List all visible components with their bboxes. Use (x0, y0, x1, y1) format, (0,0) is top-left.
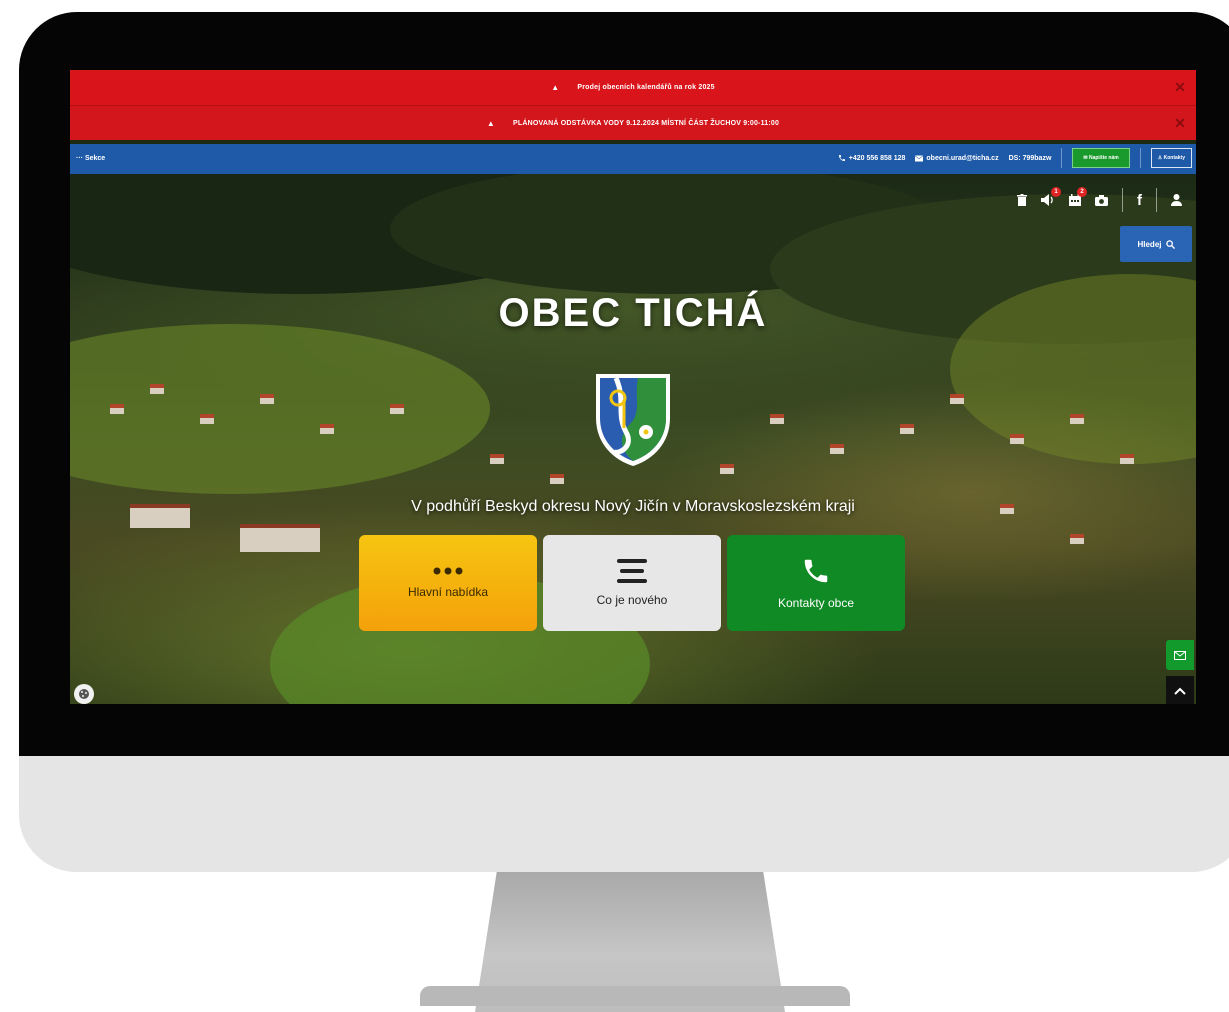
write-us-button[interactable]: ✉ Napište nám (1072, 148, 1130, 168)
cookie-icon (79, 689, 89, 699)
alert-bar-water-outage[interactable]: ▲ PLÁNOVANÁ ODSTÁVKA VODY 9.12.2024 MÍST… (70, 105, 1196, 140)
monitor-chin (19, 756, 1229, 872)
envelope-icon (1174, 650, 1186, 660)
envelope-icon (915, 155, 924, 161)
scroll-to-top-button[interactable] (1166, 676, 1194, 704)
divider (1156, 188, 1157, 212)
notification-badge: 2 (1077, 187, 1087, 197)
dots-icon (433, 567, 463, 575)
divider (1061, 148, 1063, 168)
notification-badge: 1 (1051, 187, 1061, 197)
data-box-id: DS: 799bazw (1008, 154, 1052, 162)
calendar-icon[interactable]: 2 (1069, 187, 1087, 206)
hero-section: 1 2 f Hledej OBEC TICHÁ V podhůří Beskyd… (70, 174, 1196, 704)
monitor-stand-base (420, 986, 850, 1006)
search-icon (1165, 239, 1175, 249)
phone-icon (838, 155, 845, 161)
page-title: OBEC TICHÁ (498, 291, 768, 335)
camera-icon[interactable] (1095, 194, 1108, 206)
website-screen: ▲ Prodej obecních kalendářů na rok 2025 … (70, 70, 1196, 704)
chevron-up-icon (1174, 687, 1186, 695)
announcements-megaphone-icon[interactable]: 1 (1041, 187, 1061, 206)
trash-icon[interactable] (1017, 194, 1027, 206)
hero-toolbar: 1 2 f (1017, 187, 1182, 212)
warning-icon: ▲ (551, 83, 560, 92)
menu-icon (617, 559, 647, 583)
alert-bar-calendars[interactable]: ▲ Prodej obecních kalendářů na rok 2025 … (70, 70, 1196, 105)
phone-link[interactable]: +420 556 858 128 (838, 154, 905, 162)
close-icon[interactable]: ✕ (1174, 79, 1186, 96)
divider (1122, 188, 1123, 212)
quick-links: Hlavní nabídka Co je nového Kontakty obc… (359, 535, 905, 631)
alert-text: Prodej obecních kalendářů na rok 2025 (577, 84, 715, 91)
floating-mail-button[interactable] (1166, 640, 1194, 670)
user-icon[interactable] (1171, 194, 1182, 206)
alert-text: PLÁNOVANÁ ODSTÁVKA VODY 9.12.2024 MÍSTNÍ… (513, 119, 780, 127)
contacts-tile[interactable]: Kontakty obce (727, 535, 905, 631)
top-contact-bar: ··· Sekce +420 556 858 128 obecni.urad@t… (70, 144, 1196, 174)
facebook-icon[interactable]: f (1137, 192, 1142, 209)
phone-icon (804, 559, 828, 583)
close-icon[interactable]: ✕ (1174, 115, 1186, 132)
tagline: V podhůří Beskyd okresu Nový Jičín v Mor… (411, 498, 855, 515)
sections-menu-button[interactable]: ··· Sekce (76, 155, 105, 162)
warning-icon: ▲ (486, 118, 496, 128)
divider (1139, 148, 1141, 168)
coat-of-arms-icon (596, 374, 670, 466)
cookie-settings-button[interactable] (74, 684, 94, 704)
search-button[interactable]: Hledej (1120, 226, 1192, 262)
email-link[interactable]: obecni.urad@ticha.cz (915, 155, 999, 162)
main-menu-tile[interactable]: Hlavní nabídka (359, 535, 537, 631)
whats-new-tile[interactable]: Co je nového (543, 535, 721, 631)
contacts-button[interactable]: ♙ Kontakty (1150, 148, 1192, 168)
